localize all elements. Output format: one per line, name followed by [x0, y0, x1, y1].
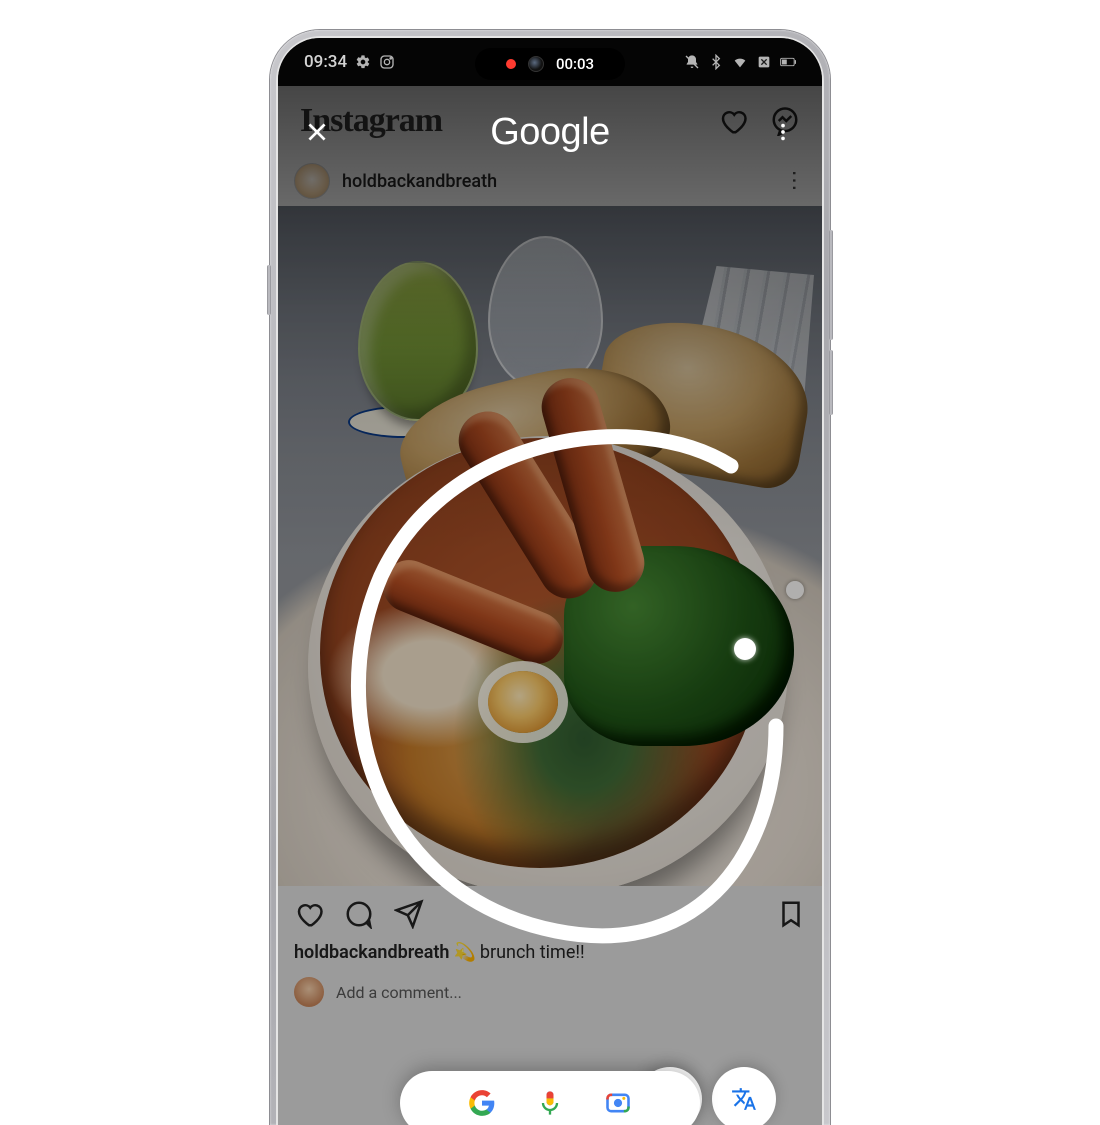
author-username[interactable]: holdbackandbreath: [342, 171, 770, 192]
share-icon[interactable]: [394, 899, 424, 929]
mic-icon[interactable]: [536, 1089, 564, 1117]
settings-gear-icon: [355, 54, 371, 70]
recording-timer: 00:03: [556, 55, 594, 73]
translate-chip[interactable]: [712, 1067, 776, 1125]
post-more-icon[interactable]: ⋯: [782, 169, 807, 193]
photo-egg: [488, 671, 558, 733]
bluetooth-icon: [708, 54, 724, 70]
clock: 09:34: [304, 52, 347, 72]
wifi-icon: [732, 54, 748, 70]
status-left: 09:34: [304, 52, 395, 72]
front-camera-icon: [528, 56, 544, 72]
phone-frame: 00:03 09:34 Instagram: [270, 30, 830, 1125]
volume-button: [267, 265, 271, 315]
battery-icon: [780, 54, 796, 70]
recording-indicator-icon: [506, 59, 516, 69]
power-button: [829, 350, 833, 415]
post-action-bar: [278, 886, 822, 942]
mute-icon: [684, 54, 700, 70]
caption-username[interactable]: holdbackandbreath: [294, 942, 449, 963]
caption-text: brunch time!!: [480, 942, 585, 963]
close-icon[interactable]: [300, 115, 334, 149]
search-bar-pill[interactable]: [400, 1071, 700, 1125]
bookmark-icon[interactable]: [776, 899, 806, 929]
like-icon[interactable]: [294, 899, 324, 929]
lens-icon[interactable]: [604, 1089, 632, 1117]
gesture-cursor-dot: [734, 638, 756, 660]
screen: 00:03 09:34 Instagram: [278, 38, 822, 1125]
no-sim-icon: [756, 54, 772, 70]
dynamic-island[interactable]: 00:03: [475, 48, 625, 80]
google-logo: Google: [490, 111, 610, 154]
status-right: [684, 54, 796, 70]
post-photo[interactable]: [278, 206, 822, 886]
post-caption: holdbackandbreath 💫 brunch time!!: [278, 942, 822, 963]
add-comment-row[interactable]: Add a comment...: [278, 963, 822, 1007]
self-avatar: [294, 977, 324, 1007]
instagram-status-icon: [379, 54, 395, 70]
volume-rocker: [829, 230, 833, 340]
google-g-icon: [468, 1089, 496, 1117]
comment-placeholder[interactable]: Add a comment...: [336, 983, 462, 1002]
caption-emoji: 💫: [453, 942, 475, 963]
comment-icon[interactable]: [344, 899, 374, 929]
phone-bezel: 00:03 09:34 Instagram: [276, 36, 824, 1125]
background-app-instagram: Instagram holdbackandbreath ⋯: [278, 86, 822, 1125]
search-overlay-header: Google: [278, 92, 822, 172]
overlay-more-icon[interactable]: [766, 115, 800, 149]
carousel-page-dot[interactable]: [786, 581, 804, 599]
